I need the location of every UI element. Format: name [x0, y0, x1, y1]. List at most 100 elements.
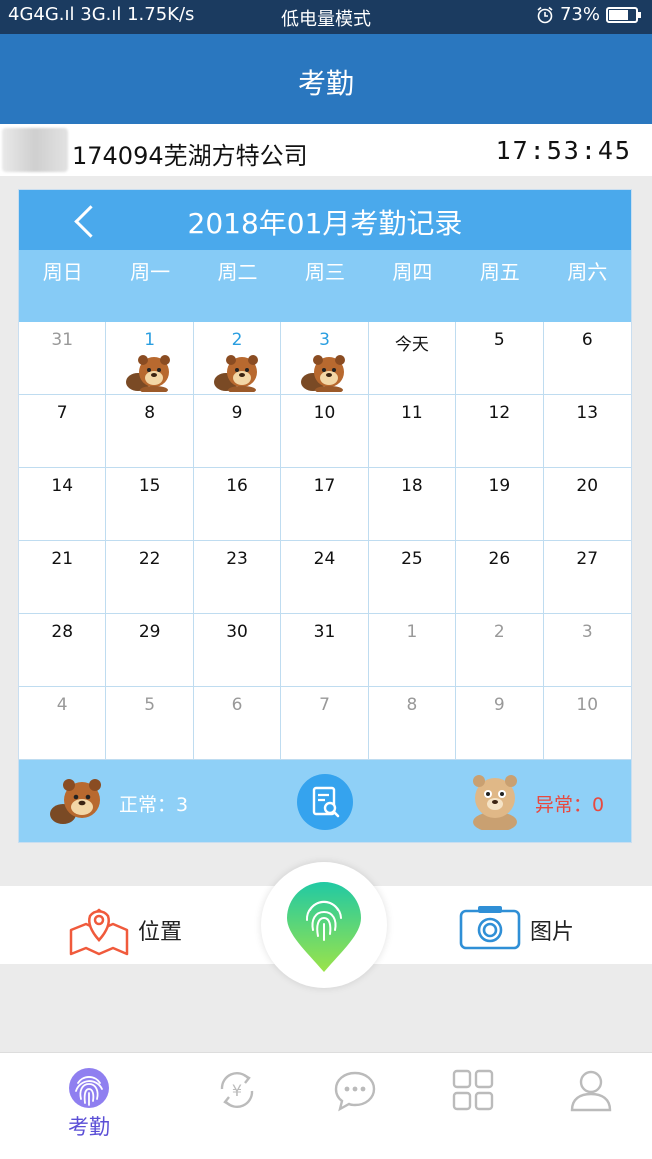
calendar-day[interactable]: 13 — [544, 395, 631, 467]
weekday-label: 周日 — [42, 260, 83, 284]
current-time: 17:53:45 — [495, 136, 632, 165]
tab-attendance[interactable]: 考勤 — [30, 1053, 148, 1159]
bear-normal-icon — [213, 355, 258, 392]
search-record-button[interactable] — [297, 774, 353, 830]
calendar-day[interactable]: 23 — [194, 541, 282, 613]
calendar-week: 21 22 23 24 25 26 27 — [19, 541, 631, 614]
apps-icon — [452, 1069, 494, 1111]
calendar-day[interactable]: 2 — [456, 614, 544, 686]
location-label[interactable]: 位置 — [138, 914, 182, 946]
calendar-day[interactable]: 27 — [544, 541, 631, 613]
calendar-day[interactable]: 1 — [369, 614, 457, 686]
calendar-week: 14 15 16 17 18 19 20 — [19, 468, 631, 541]
calendar-day-today[interactable]: 今天 — [369, 322, 457, 394]
bear-normal-icon — [126, 355, 171, 392]
calendar-day[interactable]: 26 — [456, 541, 544, 613]
calendar-day[interactable]: 12 — [456, 395, 544, 467]
search-document-icon — [312, 786, 340, 818]
calendar-title: 2018年01月考勤记录 — [187, 207, 463, 240]
calendar-day[interactable]: 2 — [194, 322, 282, 394]
calendar-day[interactable]: 19 — [456, 468, 544, 540]
weekday-header: 周日 周一 周二 周三 周四 周五 周六 — [19, 250, 631, 322]
fingerprint-pin-icon[interactable] — [285, 882, 363, 974]
status-bar: 4G4G.ıl 3G.ıl 1.75K/s 低电量模式 73% — [0, 0, 652, 34]
calendar-day[interactable]: 20 — [544, 468, 631, 540]
tab-finance[interactable]: ¥ — [176, 1053, 294, 1159]
calendar-day[interactable]: 28 — [19, 614, 107, 686]
calendar-day[interactable]: 17 — [281, 468, 369, 540]
company-row: 174094芜湖方特公司 17:53:45 — [0, 124, 652, 176]
calendar-day[interactable]: 16 — [194, 468, 282, 540]
calendar-day[interactable]: 6 — [544, 322, 631, 394]
blurred-avatar — [2, 128, 68, 172]
bear-abnormal-icon — [473, 775, 517, 830]
calendar-day[interactable]: 9 — [456, 687, 544, 759]
calendar-day[interactable]: 5 — [456, 322, 544, 394]
weekday-label: 周一 — [130, 260, 171, 284]
calendar-day[interactable]: 6 — [194, 687, 282, 759]
tab-attendance-label: 考勤 — [68, 1115, 110, 1139]
calendar-day[interactable]: 4 — [19, 687, 107, 759]
weekday-label: 周三 — [304, 260, 345, 284]
chat-icon — [334, 1071, 376, 1112]
calendar-day[interactable]: 24 — [281, 541, 369, 613]
calendar-day[interactable]: 14 — [19, 468, 107, 540]
calendar-day[interactable]: 10 — [544, 687, 631, 759]
calendar-day[interactable]: 21 — [19, 541, 107, 613]
clock-in-button[interactable] — [245, 862, 401, 988]
company-name: 174094芜湖方特公司 — [72, 142, 308, 170]
weekday-label: 周六 — [567, 260, 608, 284]
tab-profile[interactable] — [530, 1053, 648, 1159]
weekday-label: 周五 — [479, 260, 520, 284]
calendar-grid: 31 1 2 3 今天 5 6 7 8 9 10 11 12 13 14 15 … — [19, 322, 631, 760]
status-right: 73% — [536, 4, 641, 25]
bear-normal-icon — [50, 779, 101, 824]
calendar-day[interactable]: 3 — [544, 614, 631, 686]
battery-icon — [606, 6, 641, 23]
calendar-day[interactable]: 10 — [281, 395, 369, 467]
attendance-calendar: 2018年01月考勤记录 周日 周一 周二 周三 周四 周五 周六 31 1 2… — [18, 189, 632, 843]
yen-exchange-icon: ¥ — [220, 1071, 254, 1109]
calendar-day[interactable]: 11 — [369, 395, 457, 467]
fingerprint-icon — [69, 1068, 109, 1108]
calendar-week: 28 29 30 31 1 2 3 — [19, 614, 631, 687]
calendar-day[interactable]: 29 — [106, 614, 194, 686]
calendar-header: 2018年01月考勤记录 — [19, 190, 631, 250]
calendar-day[interactable]: 15 — [106, 468, 194, 540]
calendar-day[interactable]: 30 — [194, 614, 282, 686]
calendar-day[interactable]: 18 — [369, 468, 457, 540]
bear-normal-icon — [301, 355, 346, 392]
abnormal-count: 异常：0 — [535, 794, 605, 816]
attendance-summary: 正常：3 异常：0 — [19, 760, 631, 842]
calendar-day[interactable]: 8 — [106, 395, 194, 467]
calendar-day[interactable]: 31 — [281, 614, 369, 686]
battery-percent: 73% — [559, 4, 600, 25]
calendar-week: 7 8 9 10 11 12 13 — [19, 395, 631, 468]
bottom-tab-bar: 考勤 ¥ — [0, 1052, 652, 1159]
page-title: 考勤 — [297, 67, 354, 100]
normal-count: 正常：3 — [119, 794, 189, 816]
weekday-label: 周四 — [392, 260, 433, 284]
location-map-icon[interactable] — [68, 900, 130, 956]
calendar-day[interactable]: 5 — [106, 687, 194, 759]
calendar-day[interactable]: 3 — [281, 322, 369, 394]
tab-messages[interactable] — [294, 1053, 412, 1159]
calendar-day[interactable]: 7 — [281, 687, 369, 759]
calendar-day[interactable]: 1 — [106, 322, 194, 394]
calendar-day[interactable]: 9 — [194, 395, 282, 467]
weekday-label: 周二 — [217, 260, 258, 284]
calendar-day[interactable]: 7 — [19, 395, 107, 467]
calendar-week: 31 1 2 3 今天 5 6 — [19, 322, 631, 395]
svg-text:¥: ¥ — [232, 1081, 242, 1100]
calendar-day[interactable]: 31 — [19, 322, 107, 394]
tab-apps[interactable] — [412, 1053, 530, 1159]
title-bar: 考勤 — [0, 34, 652, 124]
camera-icon[interactable] — [458, 904, 522, 950]
alarm-icon — [537, 6, 553, 23]
calendar-day[interactable]: 8 — [369, 687, 457, 759]
calendar-day[interactable]: 25 — [369, 541, 457, 613]
calendar-week: 4 5 6 7 8 9 10 — [19, 687, 631, 760]
calendar-day[interactable]: 22 — [106, 541, 194, 613]
picture-label[interactable]: 图片 — [530, 914, 574, 946]
user-icon — [570, 1070, 612, 1112]
